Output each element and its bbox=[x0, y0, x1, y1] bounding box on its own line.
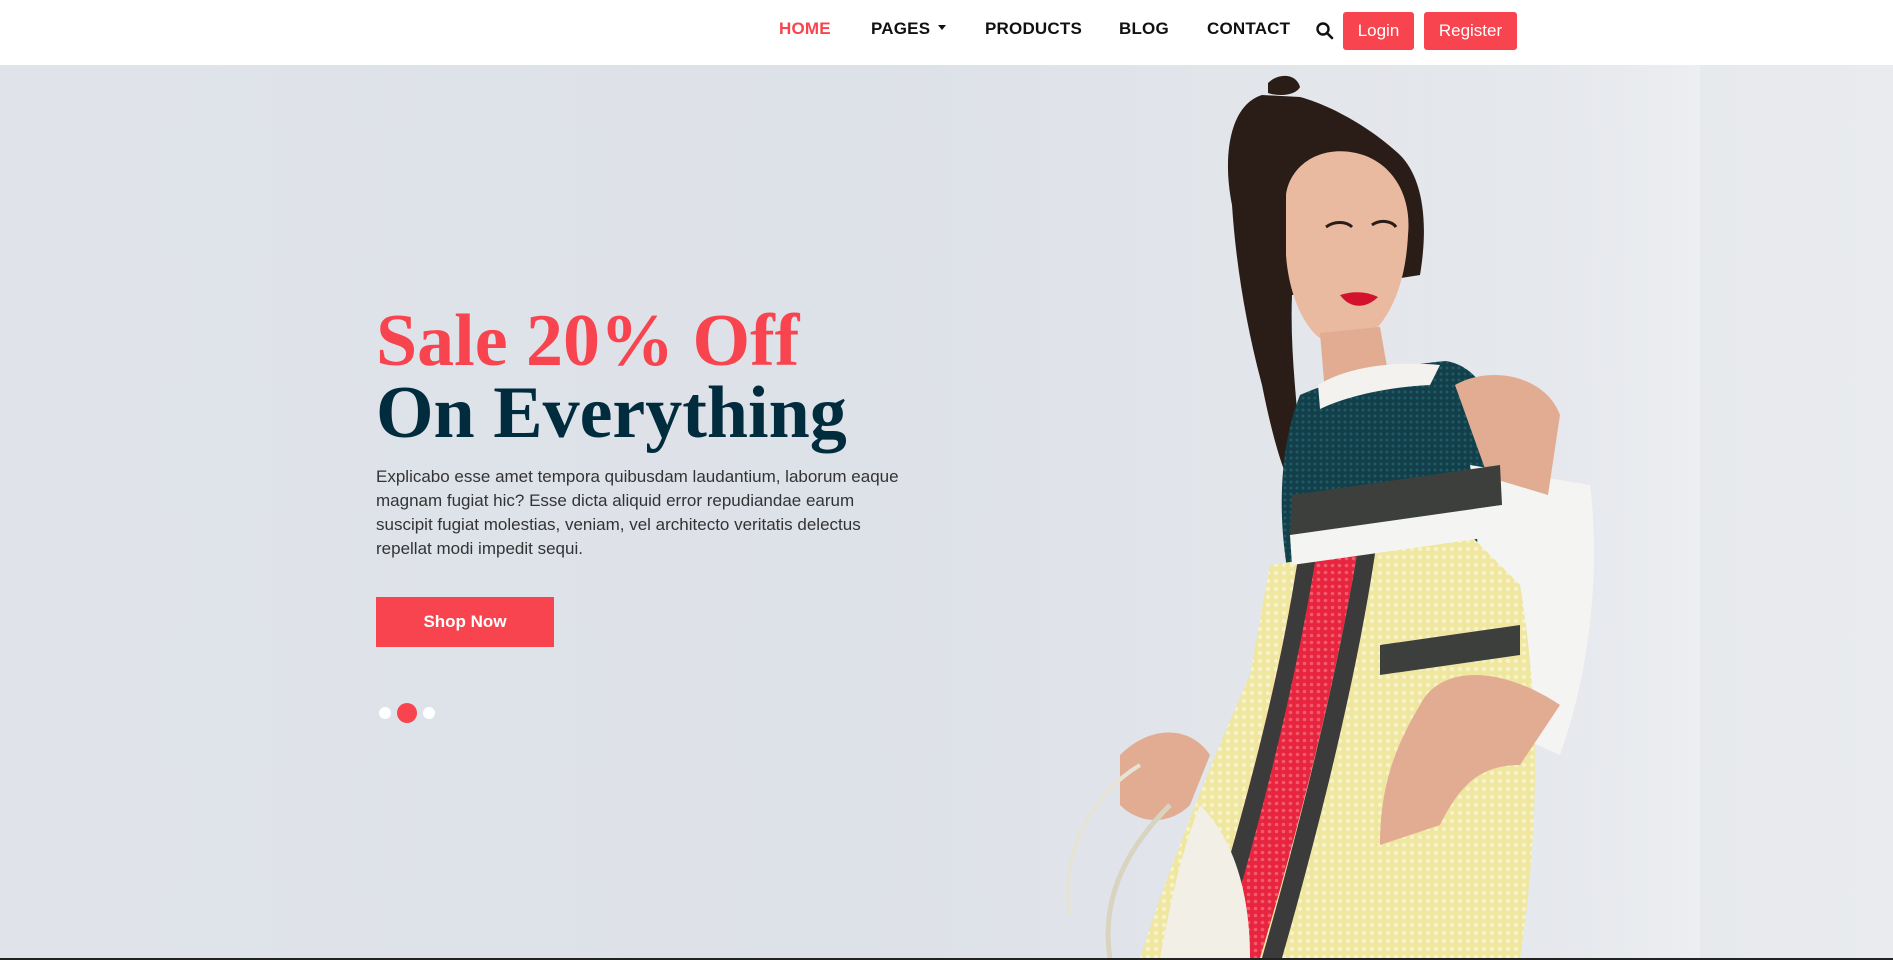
caret-down-icon bbox=[938, 25, 947, 31]
fashion-model-image bbox=[1066, 65, 1700, 958]
register-button[interactable]: Register bbox=[1424, 12, 1517, 50]
nav-pages-label: PAGES bbox=[871, 19, 931, 38]
slider-dot-3[interactable] bbox=[423, 707, 435, 719]
hero-headline: Sale 20% Off On Everything bbox=[376, 300, 847, 454]
hero-slider: Sale 20% Off On Everything Explicabo ess… bbox=[0, 65, 1893, 958]
nav-blog[interactable]: BLOG bbox=[1119, 17, 1169, 41]
site-header: HOME PAGES PRODUCTS BLOG CONTACT Login R… bbox=[0, 0, 1893, 65]
slider-dot-1[interactable] bbox=[379, 707, 391, 719]
nav-contact[interactable]: CONTACT bbox=[1207, 17, 1290, 41]
hero-description: Explicabo esse amet tempora quibusdam la… bbox=[376, 467, 899, 558]
shop-now-button[interactable]: Shop Now bbox=[376, 597, 554, 647]
nav-pages[interactable]: PAGES bbox=[871, 17, 947, 41]
search-icon[interactable] bbox=[1315, 21, 1335, 41]
nav-home[interactable]: HOME bbox=[779, 17, 831, 41]
slider-dot-2-active[interactable] bbox=[397, 703, 417, 723]
main-nav: HOME PAGES PRODUCTS BLOG CONTACT Login R… bbox=[0, 0, 1893, 60]
headline-everything: On Everything bbox=[376, 372, 847, 454]
nav-products[interactable]: PRODUCTS bbox=[985, 17, 1082, 41]
login-button[interactable]: Login bbox=[1343, 12, 1414, 50]
headline-sale: Sale 20% Off bbox=[376, 300, 800, 382]
